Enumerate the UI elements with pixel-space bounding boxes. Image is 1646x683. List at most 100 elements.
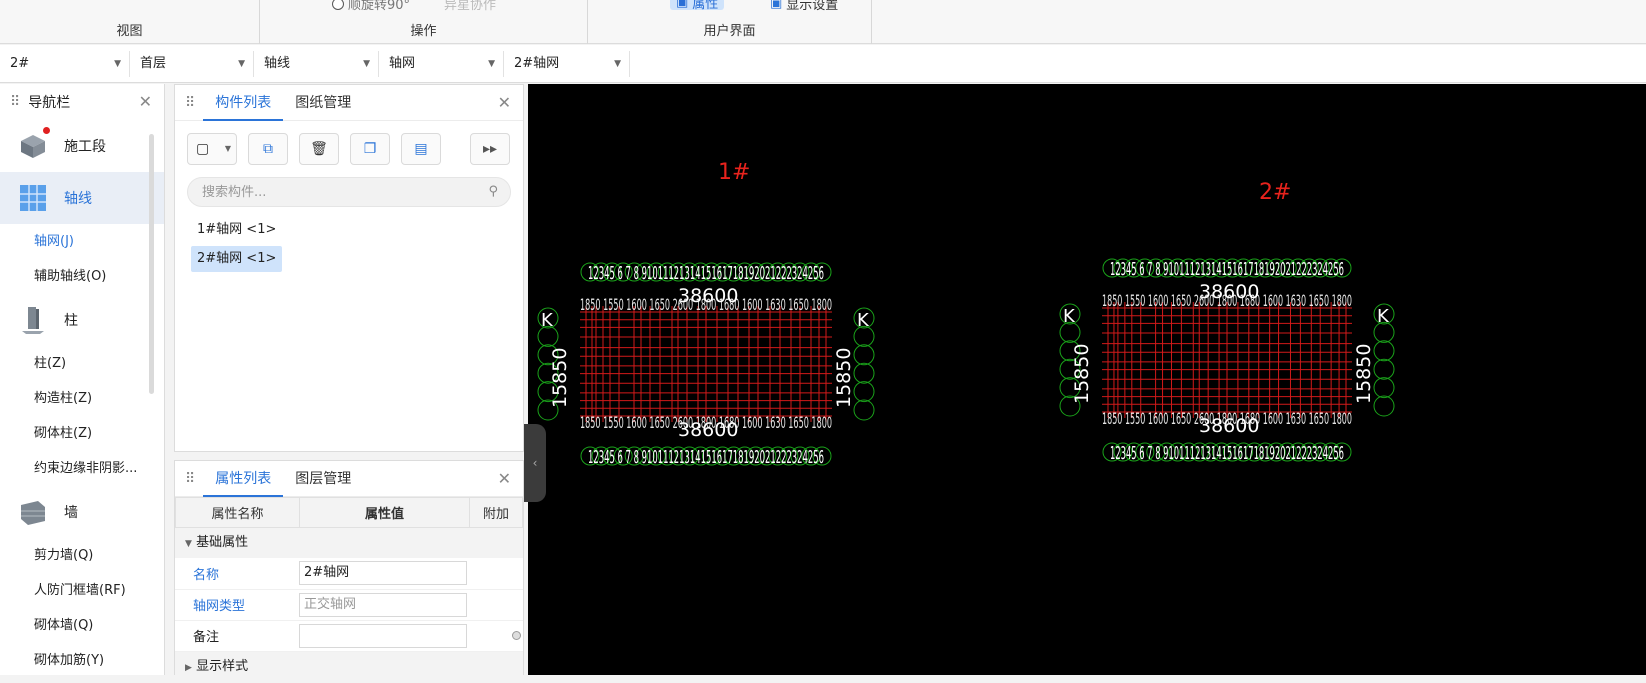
property-value-input[interactable] [299,623,467,648]
display-settings-button[interactable]: ▣ 显示设置 [770,0,838,13]
close-icon[interactable]: ✕ [498,93,511,112]
tab-layer-management[interactable]: 图层管理 [283,461,363,497]
filter-bar: 2# ▼ 首层 ▼ 轴线 ▼ 轴网 ▼ 2#轴网 ▼ [0,45,1646,83]
dimension-row-bottom: 1850 1550 1600 1650 2600 1800 1680 1600 … [580,413,832,432]
grid-label-2: 2# [1259,180,1292,205]
duplicate-layer-button[interactable]: ❐ [350,133,390,165]
nav-item-shear-wall[interactable]: 剪力墙(Q) [0,538,164,573]
axis-number-row-top: 12345 6 7 8 9101112131415161718192021222… [588,263,824,284]
axis-letter-right: K [1377,306,1390,327]
category-select-value: 轴线 [264,56,291,71]
nav-item-masonry-reinforcement[interactable]: 砌体加筋(Y) [0,643,164,678]
dimension-label-side: 15850 [1071,344,1093,404]
table-row: 轴网类型 正交轴网 [175,589,523,621]
column-header: 属性名称 [175,497,300,528]
navigation-header: ⠿ 导航栏 ✕ [0,84,164,120]
nav-item-civil-defense-wall[interactable]: 人防门框墙(RF) [0,573,164,608]
list-item[interactable]: 1#轴网 <1> [191,217,282,243]
property-group-basic[interactable]: ▼ 基础属性 [175,528,523,558]
layers-icon: ❐ [363,141,377,157]
grid-label-1: 1# [718,160,751,185]
nav-item-structural-column[interactable]: 构造柱(Z) [0,381,164,416]
display-settings-icon: ▣ [770,0,783,11]
floor-select[interactable]: 首层 ▼ [130,51,254,77]
axis-number-row-bottom: 12345 6 7 8 9101112131415161718192021222… [1110,443,1344,464]
properties-label: 属性 [692,0,719,12]
component-select[interactable]: 2#轴网 ▼ [504,51,630,77]
nav-category-column[interactable]: 柱 [0,294,164,346]
construction-stage-icon [18,127,50,161]
delete-button[interactable]: 🗑 [299,133,339,165]
batch-sync-label: 异星协作 [444,0,497,13]
axis-bubble [1373,377,1395,399]
axis-bubble [1373,358,1395,380]
search-input[interactable] [188,178,462,206]
ribbon-group-label: 用户界面 [703,24,756,39]
chevron-down-icon: ▼ [614,59,621,69]
search-icon[interactable]: ⚲ [488,184,498,199]
nav-item-axis-grid[interactable]: 轴网(J) [0,224,164,259]
panel-collapse-handle[interactable]: ‹ [524,424,546,502]
nav-item-auxiliary-axis[interactable]: 辅助轴线(O) [0,259,164,294]
tab-property-list[interactable]: 属性列表 [203,461,284,497]
building-select[interactable]: 2# ▼ [0,51,130,77]
new-component-button[interactable]: ▢ ▼ [187,133,237,165]
nav-item-constraint-edge[interactable]: 约束边缘非阴影... [0,451,164,486]
drawing-canvas[interactable]: 1# 2# 12345 6 7 8 9101112131415161718192… [528,84,1646,675]
property-name: 名称 [175,558,299,590]
axis-bubble [1373,340,1395,362]
dimension-row-top: 1850 1550 1600 1650 2600 1800 1680 1600 … [580,295,832,314]
nav-category-construction-stage[interactable]: 施工段 [0,120,164,172]
drag-handle-icon[interactable]: ⠿ [185,95,195,111]
display-settings-label: 显示设置 [786,0,839,13]
properties-panel: ⠿ 属性列表 图层管理 ✕ 属性名称 属性值 附加 ▼ 基础属性 名称 2#轴网… [174,460,524,682]
component-list-panel: ⠿ 构件列表 图纸管理 ✕ ▢ ▼ ⧉ 🗑 ❐ ▤ ▸▸ ⚲ 1#轴网 <1> … [174,84,524,452]
drag-handle-icon[interactable]: ⠿ [185,471,195,487]
property-group-display[interactable]: ▶ 显示样式 [175,651,523,682]
chevron-left-icon: ‹ [532,456,538,470]
close-icon[interactable]: ✕ [498,469,511,488]
property-group-label: 显示样式 [196,658,249,674]
properties-icon: ▣ [676,0,689,10]
component-select-value: 2#轴网 [514,56,560,71]
drag-handle-icon[interactable]: ⠿ [10,94,20,110]
tab-drawing-management[interactable]: 图纸管理 [283,85,363,121]
axis-bubble [1373,395,1395,417]
building-select-value: 2# [10,56,30,71]
dimension-row-bottom: 1850 1550 1600 1650 2600 1800 1680 1600 … [1102,409,1352,428]
type-select[interactable]: 轴网 ▼ [379,51,504,77]
dimension-label-side: 15850 [1353,344,1375,404]
batch-sync-option[interactable]: 异星协作 [444,0,496,13]
axis-grid-drawing[interactable]: 12345 6 7 8 9101112131415161718192021222… [528,84,1646,675]
search-box[interactable]: ⚲ [187,177,511,207]
tab-component-list[interactable]: 构件列表 [203,85,284,121]
axis-bubble [853,399,875,421]
more-button[interactable]: ▸▸ [470,133,510,165]
column-icon [18,305,48,335]
copy-button[interactable]: ⧉ [248,133,288,165]
dimension-label-side: 15850 [833,348,855,408]
nav-category-wall[interactable]: 墙 [0,486,164,538]
component-toolbar: ▢ ▼ ⧉ 🗑 ❐ ▤ ▸▸ [175,121,523,173]
new-file-icon: ▢ [196,141,210,157]
nav-category-label: 轴线 [64,191,92,207]
save-template-button[interactable]: ▤ [401,133,441,165]
property-group-label: 基础属性 [196,535,249,550]
nav-item-column[interactable]: 柱(Z) [0,346,164,381]
axis-bubble [853,381,875,403]
rotate90-option[interactable]: 顺旋转90° [332,0,410,13]
category-select[interactable]: 轴线 ▼ [254,51,379,77]
nav-category-axis[interactable]: 轴线 [0,172,164,224]
properties-button[interactable]: ▣ 属性 [670,0,725,12]
nav-item-masonry-wall[interactable]: 砌体墙(Q) [0,608,164,643]
ribbon-group-view: 视图 [0,0,260,44]
list-item[interactable]: 2#轴网 <1> [191,246,283,272]
nav-item-masonry-column[interactable]: 砌体柱(Z) [0,416,164,451]
attach-icon[interactable] [512,631,522,640]
chevron-down-icon: ▼ [114,59,121,69]
close-icon[interactable]: ✕ [139,92,152,111]
property-value-input[interactable]: 2#轴网 [299,561,467,586]
wall-icon [18,497,48,527]
copy-icon: ⧉ [263,141,273,157]
scrollbar[interactable] [149,134,154,394]
